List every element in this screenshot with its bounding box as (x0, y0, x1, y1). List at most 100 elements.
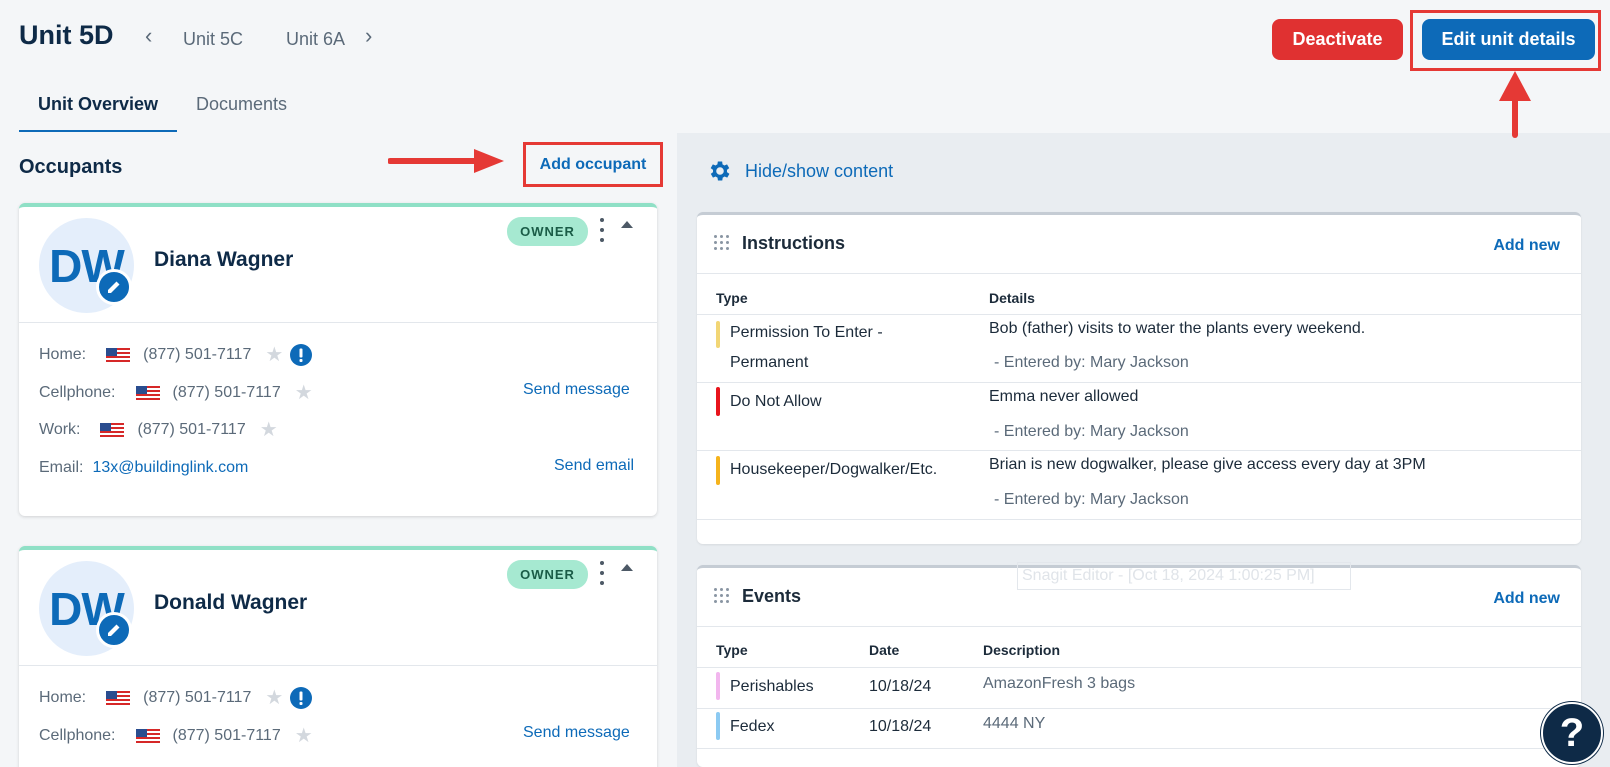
work-label: Work: (39, 421, 81, 438)
instruction-type: Do Not Allow (730, 393, 822, 410)
chevron-up-icon[interactable] (621, 221, 633, 228)
occupant-name: Donald Wagner (154, 591, 308, 614)
divider (697, 314, 1581, 315)
divider (697, 667, 1581, 668)
work-phone-row: Work: (877) 501-7117 ★ (39, 418, 278, 442)
us-flag-icon (135, 729, 160, 743)
page-title: Unit 5D (19, 20, 114, 50)
event-date: 10/18/24 (869, 678, 932, 695)
home-phone: (877) 501-7117 (143, 689, 252, 706)
event-type: Perishables (730, 678, 814, 695)
more-options-icon[interactable] (596, 561, 608, 585)
event-type: Fedex (730, 718, 775, 735)
column-header-description: Description (983, 642, 1061, 658)
chevron-right-icon[interactable]: › (365, 25, 372, 47)
home-phone-row: Home: (877) 501-7117 ★ (39, 686, 313, 710)
occupant-card: DW Donald Wagner OWNER Home: (877) 501-7… (19, 546, 657, 767)
cell-phone: (877) 501-7117 (172, 384, 281, 401)
help-button[interactable]: ? (1541, 702, 1603, 764)
event-description: AmazonFresh 3 bags (983, 675, 1136, 692)
type-color-bar (716, 672, 720, 700)
email-label: Email: (39, 459, 84, 476)
home-phone: (877) 501-7117 (143, 346, 252, 363)
hide-show-label: Hide/show content (745, 160, 894, 181)
divider (697, 519, 1581, 520)
cell-phone-row: Cellphone: (877) 501-7117 ★ (39, 724, 313, 748)
snagit-watermark: Snagit Editor - [Oct 18, 2024 1:00:25 PM… (1017, 562, 1351, 590)
active-tab-indicator (19, 130, 177, 132)
add-instruction-link[interactable]: Add new (1493, 237, 1560, 255)
occupant-card: DW Diana Wagner OWNER Home: (877) 501-71… (19, 203, 657, 516)
divider (697, 748, 1581, 749)
owner-badge: OWNER (507, 560, 588, 589)
cell-label: Cellphone: (39, 384, 116, 401)
events-title: Events (742, 586, 802, 606)
next-unit-link[interactable]: Unit 6A (286, 29, 345, 50)
more-options-icon[interactable] (596, 218, 608, 242)
events-panel: Events Add new Type Date Description Per… (697, 565, 1581, 767)
instructions-title: Instructions (742, 233, 846, 253)
alert-icon (289, 343, 313, 367)
send-message-link[interactable]: Send message (523, 381, 630, 399)
instruction-type: Permission To Enter - (730, 324, 883, 341)
add-event-link[interactable]: Add new (1493, 590, 1560, 608)
deactivate-button[interactable]: Deactivate (1272, 19, 1403, 60)
us-flag-icon (106, 691, 131, 705)
owner-badge: OWNER (507, 217, 588, 246)
divider (697, 450, 1581, 451)
entered-by: - Entered by: Mary Jackson (994, 354, 1189, 371)
divider (697, 708, 1581, 709)
instructions-panel: Instructions Add new Type Details Permis… (697, 212, 1581, 544)
occupant-card-header: DW Donald Wagner OWNER (19, 550, 657, 666)
alert-icon (289, 686, 313, 710)
tab-documents[interactable]: Documents (196, 94, 287, 115)
us-flag-icon (100, 423, 125, 437)
entered-by: - Entered by: Mary Jackson (994, 491, 1189, 508)
column-header-type: Type (716, 642, 748, 658)
column-header-date: Date (869, 642, 900, 658)
occupant-name: Diana Wagner (154, 248, 294, 271)
home-label: Home: (39, 346, 87, 363)
star-icon[interactable]: ★ (295, 383, 313, 403)
occupants-heading: Occupants (19, 156, 123, 178)
star-icon[interactable]: ★ (265, 345, 283, 365)
tab-unit-overview[interactable]: Unit Overview (38, 94, 158, 115)
drag-handle-icon[interactable] (714, 588, 730, 604)
pencil-icon[interactable] (96, 612, 132, 648)
us-flag-icon (135, 386, 160, 400)
entered-by: - Entered by: Mary Jackson (994, 423, 1189, 440)
instruction-details: Brian is new dogwalker, please give acce… (989, 456, 1426, 473)
event-date: 10/18/24 (869, 718, 932, 735)
column-header-details: Details (989, 290, 1035, 306)
unit-page: Unit 5D ‹ Unit 5C Unit 6A › Deactivate E… (0, 0, 1610, 767)
email-row: Email: 13x@buildinglink.com (39, 456, 248, 480)
pencil-icon[interactable] (96, 269, 132, 305)
drag-handle-icon[interactable] (714, 235, 730, 251)
instruction-details: Bob (father) visits to water the plants … (989, 320, 1366, 337)
work-phone: (877) 501-7117 (137, 421, 246, 438)
email-link[interactable]: 13x@buildinglink.com (92, 459, 248, 477)
instruction-details: Emma never allowed (989, 388, 1139, 405)
send-email-link[interactable]: Send email (554, 457, 634, 475)
us-flag-icon (106, 348, 131, 362)
annotation-arrow-up (1499, 71, 1531, 138)
prev-unit-link[interactable]: Unit 5C (183, 29, 243, 50)
event-description: 4444 NY (983, 715, 1046, 732)
chevron-up-icon[interactable] (621, 564, 633, 571)
cell-phone-row: Cellphone: (877) 501-7117 ★ (39, 381, 313, 405)
instructions-header: Instructions Add new (697, 215, 1581, 274)
star-icon[interactable]: ★ (260, 420, 278, 440)
chevron-left-icon[interactable]: ‹ (145, 25, 152, 47)
cell-label: Cellphone: (39, 727, 116, 744)
type-color-bar (716, 321, 720, 348)
add-occupant-button[interactable]: Add occupant (523, 142, 663, 187)
instruction-type-cont: Permanent (730, 354, 809, 371)
cell-phone: (877) 501-7117 (172, 727, 281, 744)
star-icon[interactable]: ★ (295, 726, 313, 746)
hide-show-content-button[interactable]: Hide/show content (707, 158, 893, 184)
occupant-card-header: DW Diana Wagner OWNER (19, 207, 657, 323)
type-color-bar (716, 387, 720, 416)
type-color-bar (716, 456, 720, 485)
star-icon[interactable]: ★ (265, 688, 283, 708)
send-message-link[interactable]: Send message (523, 724, 630, 742)
